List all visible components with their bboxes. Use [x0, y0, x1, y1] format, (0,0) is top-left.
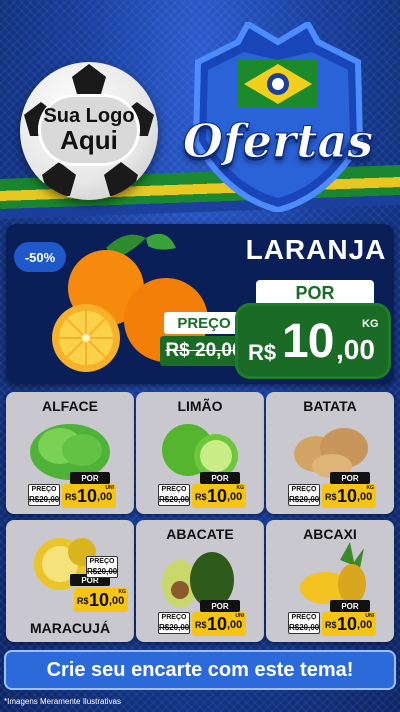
- discount-badge: -50%: [14, 242, 66, 272]
- price-dec: ,00: [109, 595, 125, 607]
- price-tag: R$ 10 ,00 KG: [322, 484, 376, 508]
- old-price: R$20,00: [289, 623, 320, 632]
- preco-label: PREÇO: [291, 614, 317, 621]
- por-label: POR: [70, 472, 110, 484]
- preco-label: PREÇO: [89, 558, 115, 565]
- header: Sua Logo Aqui Ofertas: [0, 0, 400, 222]
- price-currency: R$: [77, 596, 89, 606]
- hero-product-name: LARANJA: [245, 234, 387, 265]
- price-currency: R$: [65, 492, 77, 502]
- price-unit: UNI: [365, 613, 374, 619]
- price-currency: R$: [325, 492, 337, 502]
- price-dec: ,00: [357, 619, 373, 631]
- product-image-icon: [162, 552, 234, 608]
- price-int: 10: [77, 486, 98, 506]
- product-image-icon: [300, 542, 366, 604]
- price-dec: ,00: [357, 491, 373, 503]
- price-int: 10: [337, 614, 358, 634]
- hero-currency: R$: [248, 340, 277, 365]
- price-currency: R$: [195, 620, 207, 630]
- old-price: R$20,00: [289, 495, 320, 504]
- por-label: POR: [330, 600, 370, 612]
- hero-old-price: R$ 20,00: [160, 336, 248, 366]
- hero-old-price-value: R$ 20,00: [165, 340, 243, 361]
- product-name: MARACUJÁ: [29, 620, 111, 636]
- logo-placeholder: Sua Logo Aqui: [38, 94, 140, 166]
- preco-tag: PREÇO R$20,00: [158, 484, 190, 506]
- price-int: 10: [89, 590, 110, 610]
- preco-label: PREÇO: [161, 614, 187, 621]
- price-currency: R$: [195, 492, 207, 502]
- old-price: R$20,00: [29, 495, 60, 504]
- price-dec: ,00: [227, 619, 243, 631]
- footnote: *Imagens Meramente Ilustrativas: [4, 697, 121, 706]
- price-dec: ,00: [227, 491, 243, 503]
- product-card[interactable]: ALFACE POR PREÇO R$20,00 R$ 10 ,00 UNI: [6, 392, 134, 514]
- price-unit: UNI: [235, 613, 244, 619]
- preco-tag: PREÇO R$20,00: [158, 612, 190, 634]
- price-dec: ,00: [97, 491, 113, 503]
- product-card[interactable]: BATATA POR PREÇO R$20,00 R$ 10 ,00 KG: [266, 392, 394, 514]
- price-unit: KG: [236, 485, 245, 491]
- preco-tag: PREÇO R$20,00: [28, 484, 60, 506]
- price-unit: KG: [118, 589, 127, 595]
- hero-por-label: POR: [256, 280, 374, 306]
- preco-label: PREÇO: [291, 486, 317, 493]
- hero-price-dec: ,00: [336, 334, 375, 365]
- old-price: R$20,00: [87, 567, 118, 576]
- hero-price-int: 10: [282, 315, 334, 368]
- product-card[interactable]: MARACUJÁ POR PREÇO R$20,00 R$ 10 ,00 KG: [6, 520, 134, 642]
- price-tag: R$ 10 ,00 KG: [192, 484, 246, 508]
- price-int: 10: [207, 614, 228, 634]
- hero-preco-label: PREÇO: [164, 312, 244, 334]
- price-tag: R$ 10 ,00 UNI: [62, 484, 116, 508]
- product-card[interactable]: ABACATE POR PREÇO R$20,00 R$ 10 ,00 UNI: [136, 520, 264, 642]
- price-int: 10: [337, 486, 358, 506]
- por-label: POR: [330, 472, 370, 484]
- price-unit: UNI: [105, 485, 114, 491]
- preco-label: PREÇO: [31, 486, 57, 493]
- price-tag: R$ 10 ,00 KG: [74, 588, 128, 612]
- logo-line1: Sua Logo: [43, 104, 135, 127]
- price-int: 10: [207, 486, 228, 506]
- price-currency: R$: [325, 620, 337, 630]
- preco-tag: PREÇO R$20,00: [86, 556, 118, 578]
- price-tag: R$ 10 ,00 UNI: [322, 612, 376, 636]
- header-title: Ofertas: [182, 114, 374, 169]
- cta-banner[interactable]: Crie seu encarte com este tema!: [4, 650, 396, 690]
- product-card[interactable]: LIMÃO POR PREÇO R$20,00 R$ 10 ,00 KG: [136, 392, 264, 514]
- preco-label: PREÇO: [161, 486, 187, 493]
- hero-price-unit: KG: [362, 318, 379, 330]
- por-label: POR: [200, 600, 240, 612]
- price-tag: R$ 10 ,00 UNI: [192, 612, 246, 636]
- old-price: R$20,00: [159, 495, 190, 504]
- logo-line2: Aqui: [60, 124, 118, 155]
- product-image-icon: [162, 424, 238, 478]
- por-label: POR: [200, 472, 240, 484]
- preco-tag: PREÇO R$20,00: [288, 612, 320, 634]
- product-image-icon: [294, 428, 368, 478]
- product-card[interactable]: ABCAXI POR PREÇO R$20,00 R$ 10 ,00 UNI: [266, 520, 394, 642]
- price-unit: KG: [366, 485, 375, 491]
- preco-tag: PREÇO R$20,00: [288, 484, 320, 506]
- product-image-icon: [30, 424, 110, 480]
- old-price: R$20,00: [159, 623, 190, 632]
